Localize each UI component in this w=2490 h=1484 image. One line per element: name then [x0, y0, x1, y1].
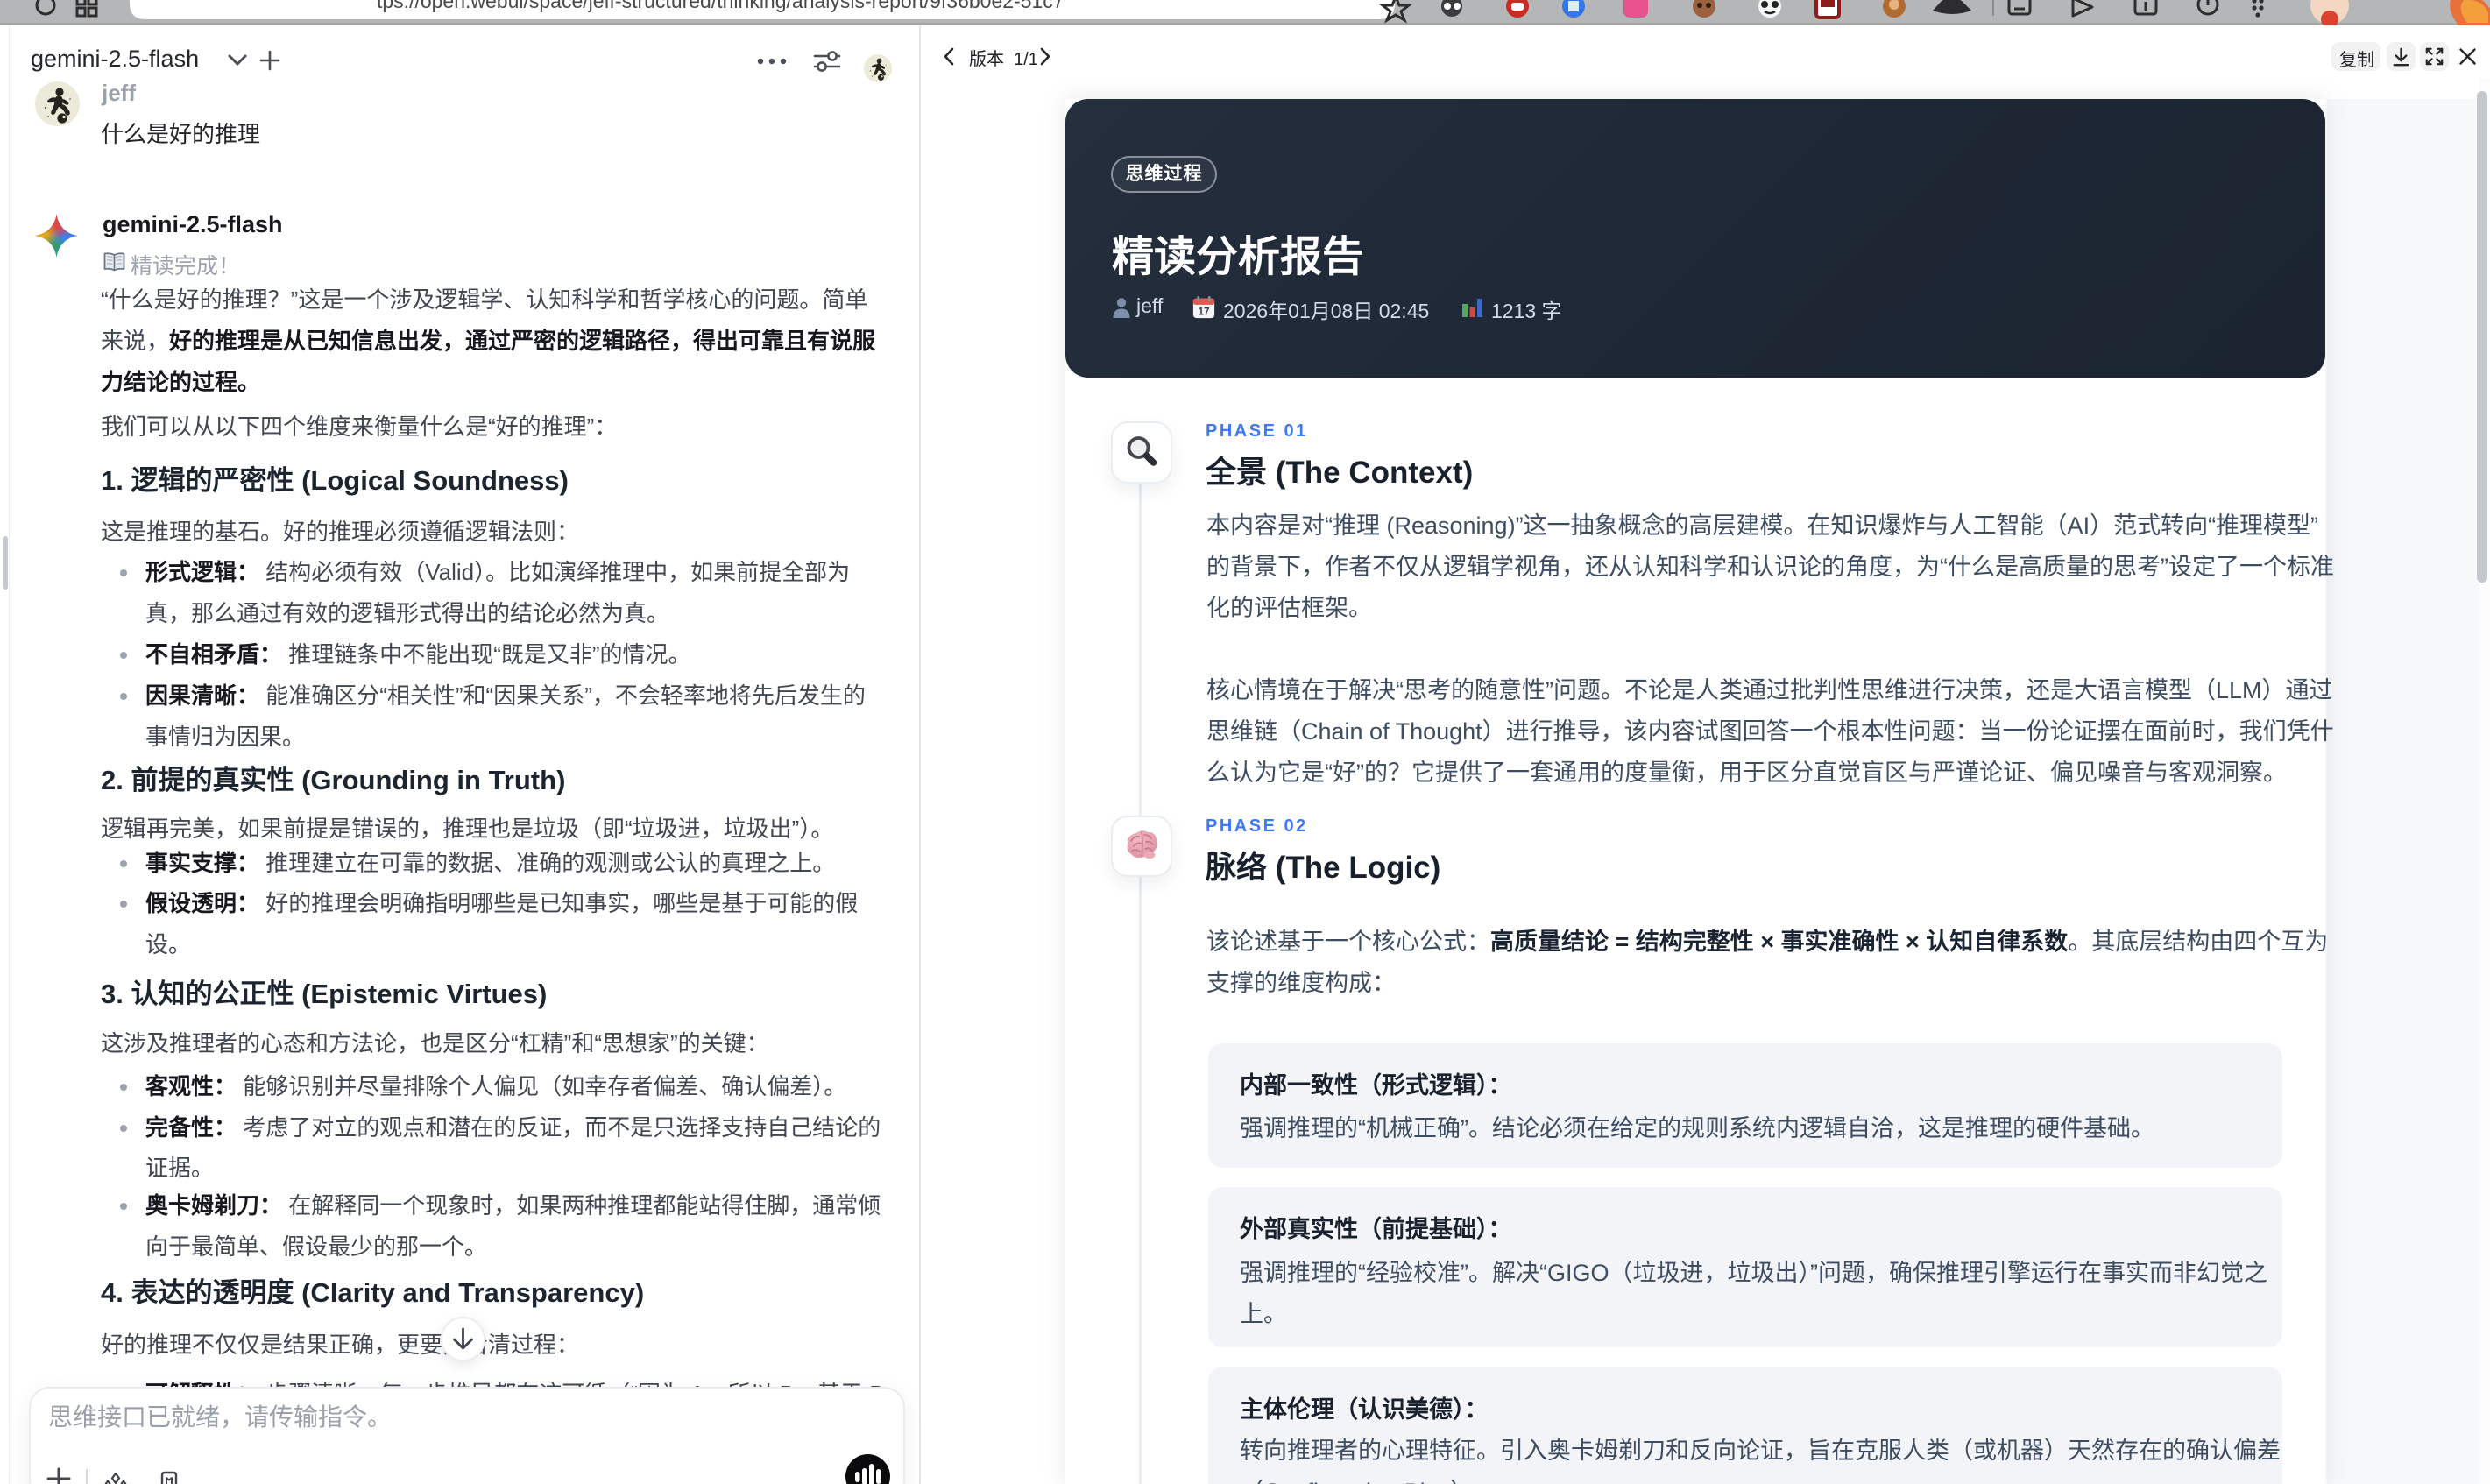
svg-text:17: 17: [1199, 307, 1210, 318]
svg-text:tps://open.webui/space/jeff-st: tps://open.webui/space/jeff-structured/t…: [377, 0, 1065, 12]
